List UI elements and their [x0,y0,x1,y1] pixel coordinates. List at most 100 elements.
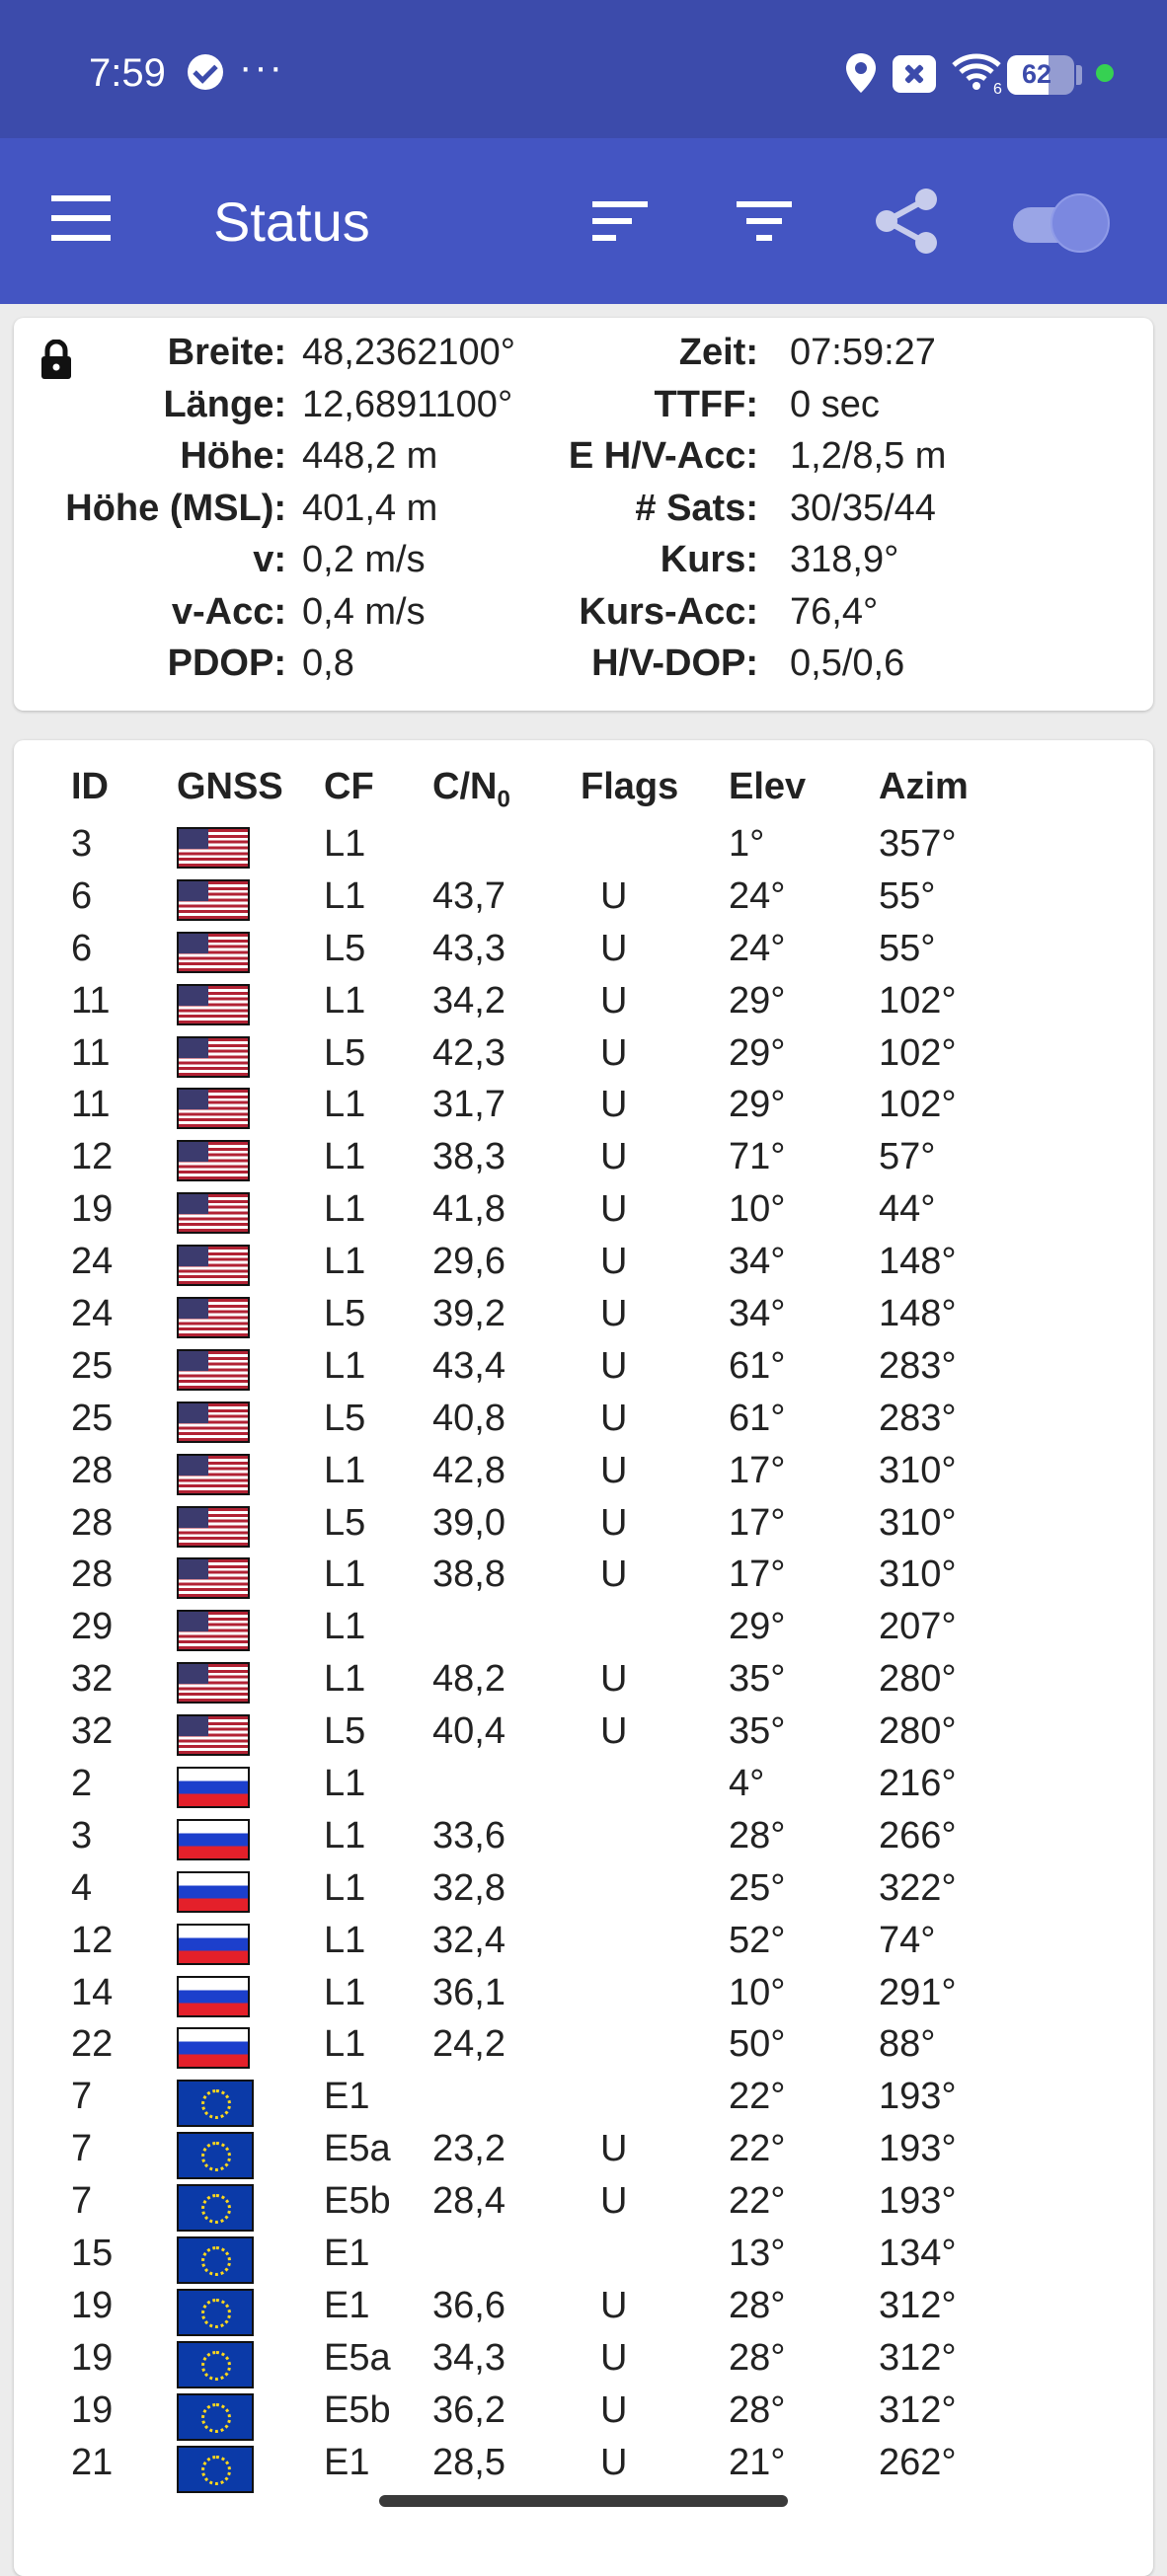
cell-elev: 22° [729,2128,786,2170]
cell-azim: 102° [879,979,957,1022]
cell-id: 12 [71,1919,114,1961]
cell-cf: L1 [324,874,366,917]
table-row[interactable]: 15 E1 13° 134° [14,2229,1153,2285]
table-row[interactable]: 32 L5 40,4 U 35° 280° [14,1706,1153,1759]
cell-cn0: 28,5 [432,2441,506,2483]
table-row[interactable]: 25 L1 43,4 U 61° 283° [14,1341,1153,1394]
table-row[interactable]: 7 E1 22° 193° [14,2072,1153,2128]
gnss-flag-cell [177,878,250,921]
menu-icon[interactable] [51,195,111,241]
table-row[interactable]: 11 L1 34,2 U 29° 102° [14,976,1153,1028]
info-value: 48,2362100° [302,332,515,373]
cell-cf: E1 [324,2076,370,2118]
table-row[interactable]: 12 L1 32,4 52° 74° [14,1916,1153,1968]
cell-id: 19 [71,1188,114,1231]
table-row[interactable]: 11 L5 42,3 U 29° 102° [14,1028,1153,1081]
satellite-rows: 3 L1 1° 357° 6 L1 43,7 U 24° 55° 6 L5 43,3 U 24° 55° 11 L… [14,819,1153,2493]
table-row[interactable]: 24 L5 39,2 U 34° 148° [14,1289,1153,1341]
header-cn0-label: C/N [432,766,498,807]
cell-flags: U [600,2180,628,2223]
cell-cf: E5a [324,2128,391,2170]
table-row[interactable]: 29 L1 29° 207° [14,1602,1153,1654]
table-row[interactable]: 19 E1 36,6 U 28° 312° [14,2281,1153,2336]
cell-elev: 34° [729,1293,786,1335]
us-flag-icon [177,1662,250,1705]
table-row[interactable]: 14 L1 36,1 10° 291° [14,1968,1153,2020]
header-cf[interactable]: CF [324,766,374,808]
header-gnss[interactable]: GNSS [177,766,283,808]
us-flag-icon [177,1714,250,1757]
eu-flag-icon [177,2392,254,2441]
home-indicator[interactable] [379,2495,788,2507]
cell-cn0: 36,6 [432,2284,506,2326]
cell-cn0: 39,2 [432,1293,506,1335]
table-row[interactable]: 19 E5b 36,2 U 28° 312° [14,2386,1153,2441]
table-row[interactable]: 22 L1 24,2 50° 88° [14,2019,1153,2072]
cell-elev: 25° [729,1866,786,1909]
header-id[interactable]: ID [71,766,109,808]
gnss-flag-cell [177,827,250,869]
table-row[interactable]: 7 E5a 23,2 U 22° 193° [14,2124,1153,2180]
toggle-switch[interactable] [1009,193,1110,253]
table-row[interactable]: 28 L1 38,8 U 17° 310° [14,1550,1153,1602]
info-label: PDOP: [167,643,286,684]
cell-id: 6 [71,927,93,969]
gnss-flag-cell [177,1610,250,1652]
cell-elev: 52° [729,1919,786,1961]
check-circle-icon [188,54,223,90]
cell-flags: U [600,2284,628,2326]
cell-flags: U [600,2388,628,2431]
table-row[interactable]: 19 L1 41,8 U 10° 44° [14,1184,1153,1237]
cell-azim: 312° [879,2388,957,2431]
header-elev[interactable]: Elev [729,766,806,808]
ru-flag-icon [177,1767,250,1809]
table-row[interactable]: 2 L1 4° 216° [14,1759,1153,1811]
table-row[interactable]: 19 E5a 34,3 U 28° 312° [14,2333,1153,2388]
cell-id: 19 [71,2388,114,2431]
table-row[interactable]: 32 L1 48,2 U 35° 280° [14,1654,1153,1706]
info-value: 0,8 [302,643,354,684]
table-row[interactable]: 11 L1 31,7 U 29° 102° [14,1080,1153,1132]
table-row[interactable]: 6 L5 43,3 U 24° 55° [14,924,1153,976]
cell-azim: 44° [879,1188,936,1231]
cell-cn0: 42,3 [432,1031,506,1074]
us-flag-icon [177,1453,250,1495]
filter-icon[interactable] [735,199,794,243]
table-row[interactable]: 3 L1 33,6 28° 266° [14,1811,1153,1863]
gnss-flag-cell [177,1401,250,1443]
table-row[interactable]: 28 L1 42,8 U 17° 310° [14,1446,1153,1498]
cell-cn0: 48,2 [432,1658,506,1701]
cell-flags: U [600,1136,628,1178]
table-row[interactable]: 3 L1 1° 357° [14,819,1153,871]
eu-flag-icon [177,2080,254,2128]
gnss-flag-cell [177,1453,250,1495]
sort-icon[interactable] [590,199,650,243]
cell-cn0: 42,8 [432,1449,506,1491]
table-row[interactable]: 28 L5 39,0 U 17° 310° [14,1498,1153,1551]
table-row[interactable]: 21 E1 28,5 U 21° 262° [14,2438,1153,2493]
info-label: Kurs-Acc: [579,590,758,633]
table-row[interactable]: 7 E5b 28,4 U 22° 193° [14,2176,1153,2233]
cell-azim: 74° [879,1919,936,1961]
table-row[interactable]: 12 L1 38,3 U 71° 57° [14,1132,1153,1184]
us-flag-icon [177,1245,250,1287]
cell-id: 19 [71,2284,114,2326]
cell-cf: L1 [324,1449,366,1491]
cell-azim: 291° [879,1971,957,2013]
header-azim[interactable]: Azim [879,766,969,808]
cell-id: 19 [71,2336,114,2379]
table-row[interactable]: 4 L1 32,8 25° 322° [14,1863,1153,1916]
share-icon[interactable] [871,186,942,257]
header-cn0[interactable]: C/N0 [432,766,510,814]
cell-azim: 148° [879,1241,957,1283]
header-flags[interactable]: Flags [581,766,678,808]
cell-cn0: 39,0 [432,1501,506,1544]
table-row[interactable]: 24 L1 29,6 U 34° 148° [14,1237,1153,1289]
cell-cf: E1 [324,2233,370,2275]
cell-cn0: 43,7 [432,874,506,917]
info-row: v-Acc: 0,4 m/s Kurs-Acc: 76,4° [14,591,1153,643]
table-row[interactable]: 6 L1 43,7 U 24° 55° [14,871,1153,924]
eu-flag-icon [177,2445,254,2493]
cell-id: 14 [71,1971,114,2013]
table-row[interactable]: 25 L5 40,8 U 61° 283° [14,1394,1153,1446]
